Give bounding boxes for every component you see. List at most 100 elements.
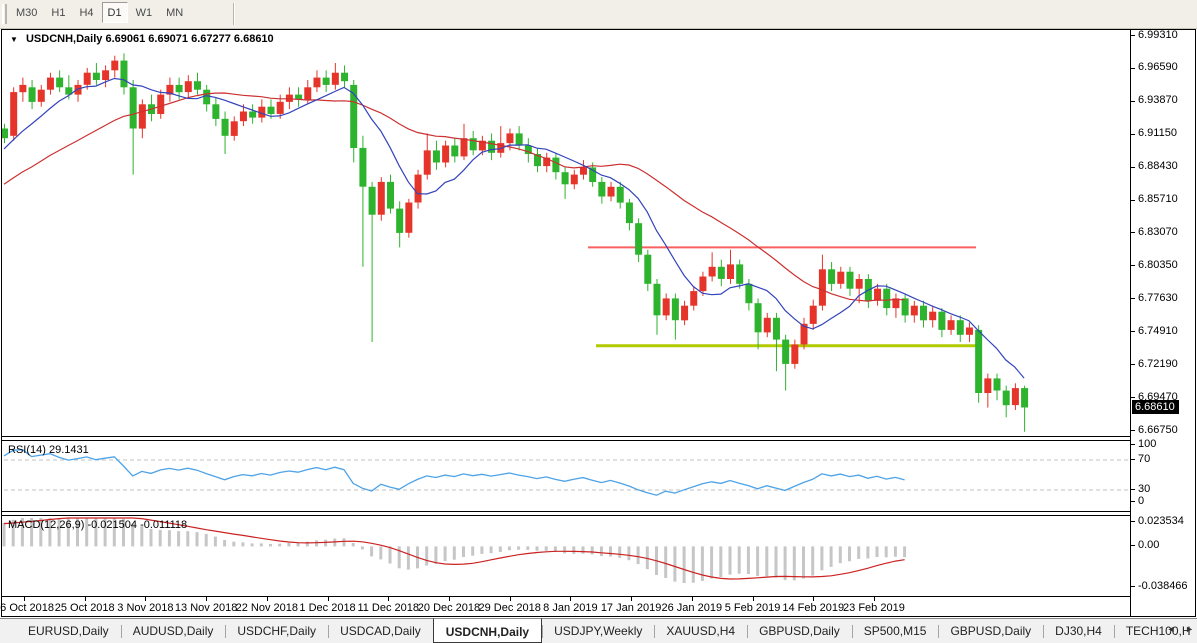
candle-body <box>442 146 449 163</box>
timeframe-button-w1[interactable]: W1 <box>130 2 159 23</box>
price-axis-label: 6.77630 <box>1138 292 1178 304</box>
price-axis-tick <box>1131 68 1135 69</box>
candle-body <box>608 187 615 197</box>
candle-body <box>240 112 247 122</box>
macd-histogram-bar <box>499 546 502 552</box>
candle-body <box>231 121 238 136</box>
rsi-axis-label: 70 <box>1138 453 1150 465</box>
candle-body <box>617 187 624 203</box>
chart-tab-xauusd-h4[interactable]: XAUUSD,H4 <box>654 619 747 643</box>
date-axis[interactable]: 16 Oct 201825 Oct 20183 Nov 201813 Nov 2… <box>2 597 1130 617</box>
macd-histogram-bar <box>775 546 778 577</box>
candle-body <box>120 61 127 88</box>
candle-body <box>387 182 394 209</box>
macd-histogram-bar <box>591 546 594 554</box>
macd-histogram-bar <box>287 543 290 547</box>
candle-body <box>323 78 330 85</box>
current-price-tag: 6.68610 <box>1132 400 1179 414</box>
candle-body <box>856 279 863 289</box>
macd-histogram-bar <box>673 546 676 581</box>
macd-histogram-bar <box>150 529 153 547</box>
candle-body <box>644 255 651 284</box>
date-axis-label: 16 Oct 2018 <box>0 602 54 614</box>
chart-tab-audusd-daily[interactable]: AUDUSD,Daily <box>121 619 226 643</box>
main-chart-canvas[interactable] <box>2 30 1130 436</box>
chart-tab-usdcnh-daily[interactable]: USDCNH,Daily <box>433 618 542 643</box>
macd-histogram-bar <box>572 546 575 554</box>
date-axis-label: 26 Jan 2019 <box>662 602 723 614</box>
candle-body <box>19 85 26 92</box>
timeframe-button-h1[interactable]: H1 <box>45 2 71 23</box>
timeframe-button-d1[interactable]: D1 <box>102 2 128 23</box>
chart-tab-usdjpy-weekly[interactable]: USDJPY,Weekly <box>542 619 654 643</box>
timeframe-button-h4[interactable]: H4 <box>73 2 99 23</box>
macd-axis-tick <box>1131 586 1135 587</box>
price-axis-label: 6.74910 <box>1138 325 1178 337</box>
date-axis-label: 17 Jan 2019 <box>601 602 662 614</box>
timeframe-button-mn[interactable]: MN <box>160 2 189 23</box>
candle-body <box>782 340 789 364</box>
candle-body <box>902 298 909 315</box>
candle-body <box>313 78 320 88</box>
rsi-pane[interactable]: RSI(14) 29.1431 <box>2 440 1130 512</box>
ma-fast-line[interactable] <box>4 79 1024 379</box>
candle-body <box>580 167 587 174</box>
main-chart-pane[interactable]: ▼ USDCNH,Daily 6.69061 6.69071 6.67277 6… <box>2 29 1130 437</box>
tab-scroll-right-icon[interactable]: ► <box>1185 624 1194 634</box>
price-axis-label: 6.93870 <box>1138 94 1178 106</box>
chart-tab-gbpusd-daily[interactable]: GBPUSD,Daily <box>747 619 852 643</box>
candle-body <box>424 150 431 174</box>
candle-body <box>176 85 183 92</box>
date-axis-tick <box>510 597 511 601</box>
macd-histogram-bar <box>885 546 888 557</box>
rsi-axis-label: 100 <box>1138 438 1156 450</box>
date-axis-label: 1 Dec 2018 <box>299 602 355 614</box>
macd-histogram-bar <box>508 546 511 550</box>
chart-tab-usdchf-daily[interactable]: USDCHF,Daily <box>225 619 328 643</box>
date-axis-tick <box>570 597 571 601</box>
date-axis-tick <box>813 597 814 601</box>
candle-body <box>488 141 495 153</box>
date-axis-tick <box>753 597 754 601</box>
candle-body <box>571 175 578 185</box>
macd-pane[interactable]: MACD(12,26,9) -0.021504 -0.011118 <box>2 515 1130 597</box>
macd-histogram-bar <box>278 544 281 547</box>
macd-histogram-bar <box>3 523 6 547</box>
tab-scroll-left-icon[interactable]: ◄ <box>1167 624 1176 634</box>
candle-body <box>47 78 54 90</box>
candle-body <box>249 112 256 118</box>
timeframe-button-m30[interactable]: M30 <box>10 2 43 23</box>
chart-tab-dj30-h4[interactable]: DJ30,H4 <box>1043 619 1114 643</box>
macd-histogram-bar <box>232 542 235 547</box>
macd-histogram-bar <box>903 546 906 557</box>
candle-body <box>516 133 523 145</box>
candle-body <box>203 90 210 105</box>
macd-histogram-bar <box>526 546 529 549</box>
toolbar: M30H1H4D1W1MN <box>0 0 1197 29</box>
candle-body <box>10 92 17 136</box>
chevron-down-icon[interactable]: ▼ <box>10 35 18 44</box>
rsi-axis-tick <box>1131 459 1135 460</box>
macd-label: MACD(12,26,9) -0.021504 -0.011118 <box>8 519 187 531</box>
date-axis-label: 5 Feb 2019 <box>725 602 781 614</box>
rsi-canvas[interactable] <box>2 442 1130 512</box>
date-axis-tick <box>631 597 632 601</box>
chart-tab-sp500-m15[interactable]: SP500,M15 <box>852 619 939 643</box>
date-axis-tick <box>449 597 450 601</box>
candle-body <box>56 78 63 88</box>
chart-tab-gbpusd-daily[interactable]: GBPUSD,Daily <box>938 619 1043 643</box>
candle-body <box>883 289 890 308</box>
rsi-axis-tick <box>1131 501 1135 502</box>
date-axis-tick <box>874 597 875 601</box>
price-axis[interactable]: 6.993106.965906.938706.911506.884306.857… <box>1131 29 1197 617</box>
price-axis-tick <box>1131 397 1135 398</box>
candle-body <box>185 81 192 92</box>
toolbar-grip[interactable] <box>2 4 7 24</box>
macd-histogram-bar <box>453 546 456 559</box>
candle-body <box>396 209 403 233</box>
rsi-axis-label: 30 <box>1138 483 1150 495</box>
chart-tab-eurusd-daily[interactable]: EURUSD,Daily <box>16 619 121 643</box>
chart-tab-usdcad-daily[interactable]: USDCAD,Daily <box>328 619 433 643</box>
macd-histogram-bar <box>866 546 869 558</box>
rsi-label: RSI(14) 29.1431 <box>8 444 89 456</box>
